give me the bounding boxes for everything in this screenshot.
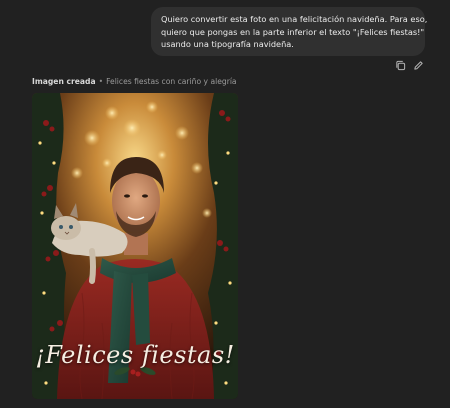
pencil-icon[interactable]	[413, 60, 424, 71]
copy-icon[interactable]	[395, 60, 406, 71]
user-message-line: Quiero convertir esta foto en una felici…	[161, 14, 428, 24]
header-separator: •	[98, 77, 104, 86]
image-header: Imagen creada • Felices fiestas con cariño…	[32, 77, 237, 86]
greeting-text: ¡Felices fiestas!	[35, 341, 235, 369]
chat-page: Quiero convertir esta foto en una felici…	[0, 0, 450, 408]
user-message-line: usando una tipografía navideña.	[161, 39, 294, 49]
user-message-line: quiero que pongas en la parte inferior e…	[161, 26, 425, 37]
generated-image[interactable]: ¡Felices fiestas!	[32, 93, 238, 399]
image-created-label: Imagen creada	[32, 77, 96, 86]
image-caption[interactable]: Felices fiestas con cariño y alegría	[106, 77, 237, 86]
user-message-bubble: Quiero convertir esta foto en una felici…	[151, 7, 428, 56]
message-actions	[395, 60, 424, 71]
